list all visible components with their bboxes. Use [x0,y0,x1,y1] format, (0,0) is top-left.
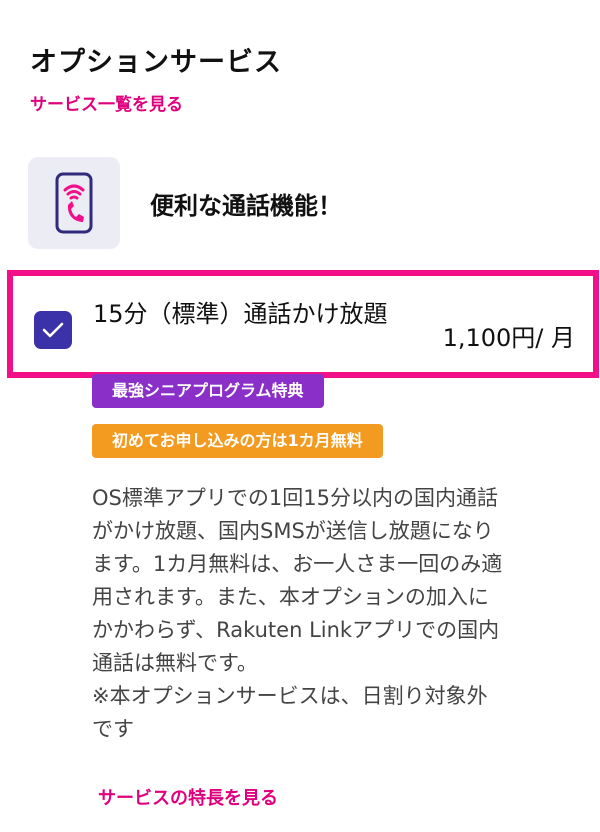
description-line: がかけ放題、国内SMSが送信し放題になり [92,519,494,543]
senior-program-badge: 最強シニアプログラム特典 [92,374,324,408]
first-month-free-badge: 初めてお申し込みの方は1カ月無料 [92,424,383,458]
description-line: OS標準アプリでの1回15分以内の国内通話 [92,486,498,510]
description-line: ※本オプションサービスは、日割り対象外 [92,684,488,708]
option-call-unlimited[interactable]: 15分（標準）通話かけ放題 1,100円/ 月 [7,270,599,378]
feature-header: 便利な通話機能！ [28,157,342,249]
option-description: OS標準アプリでの1回15分以内の国内通話 がかけ放題、国内SMSが送信し放題に… [92,482,577,746]
feature-title: 便利な通話機能！ [150,191,342,220]
description-line: 通話は無料です。 [92,651,258,675]
option-price: 1,100円/ 月 [442,324,575,352]
option-checkbox[interactable] [34,311,72,349]
check-icon [42,322,64,338]
description-line: かかわらず、Rakuten Linkアプリでの国内 [92,618,500,642]
option-name: 15分（標準）通話かけ放題 [93,300,388,328]
service-list-link[interactable]: サービス一覧を見る [30,90,183,115]
description-line: ます。1カ月無料は、お一人さま一回のみ適 [92,552,503,576]
service-features-link[interactable]: サービスの特長を見る [98,784,278,810]
description-line: 用されます。また、本オプションの加入に [92,585,489,609]
section-title: オプションサービス [30,47,282,78]
phone-call-icon [28,157,120,249]
description-line: です [92,717,134,741]
